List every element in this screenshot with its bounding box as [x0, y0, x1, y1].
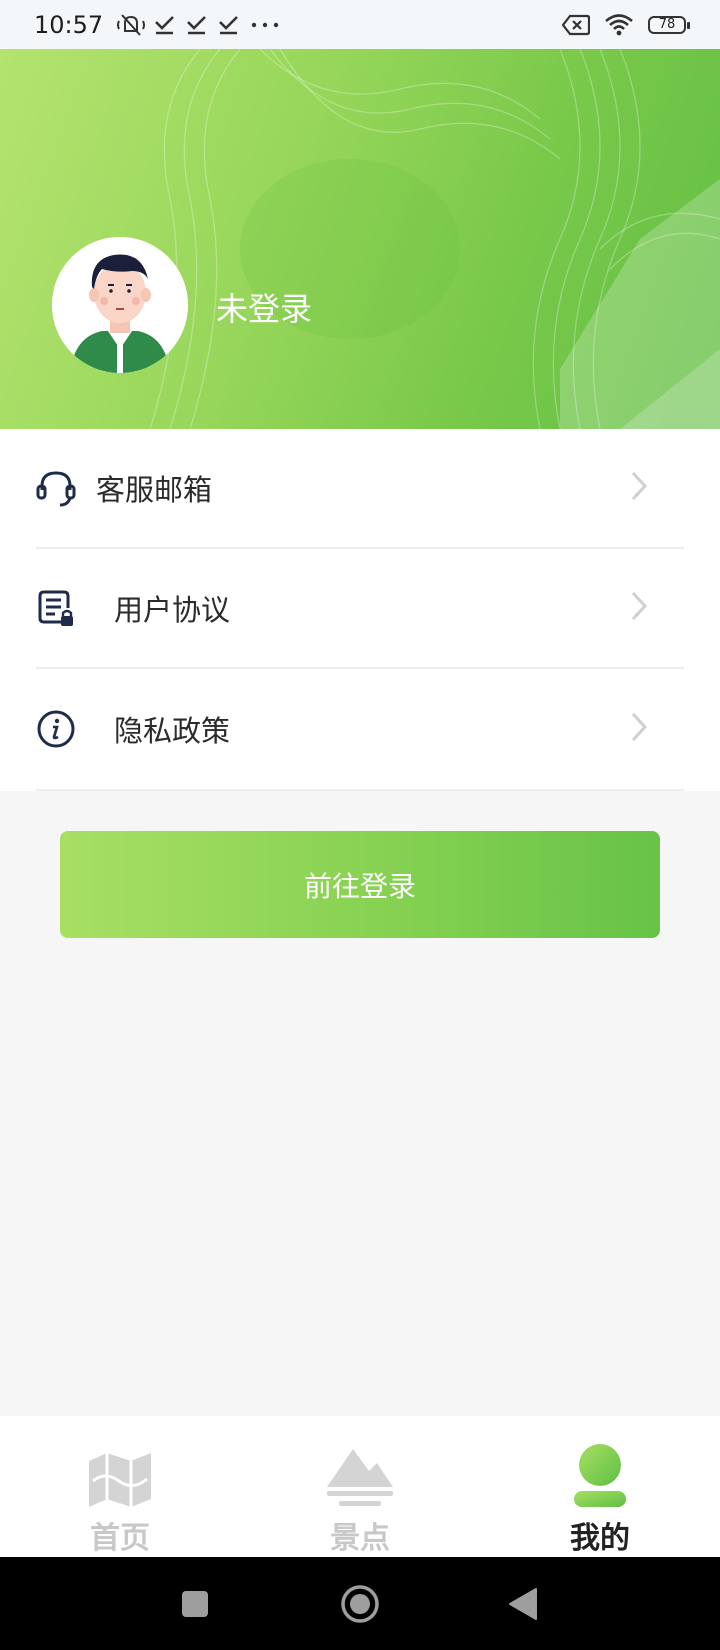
square-icon	[182, 1590, 208, 1617]
tab-scenic-spots[interactable]: 景点	[260, 1416, 460, 1557]
settings-menu: 客服邮箱 用户协议 隐私政策	[0, 429, 720, 791]
status-bar: 10:57 78	[0, 0, 720, 49]
chevron-right-icon	[630, 711, 648, 747]
status-time: 10:57	[34, 10, 104, 39]
more-dots-icon	[251, 22, 279, 27]
document-lock-icon	[36, 588, 76, 628]
back-button[interactable]	[505, 1557, 541, 1650]
user-avatar-illustration	[52, 237, 188, 373]
triangle-back-icon	[509, 1587, 537, 1620]
check-icon	[187, 15, 207, 34]
menu-item-label: 客服邮箱	[96, 473, 213, 507]
wifi-icon	[605, 13, 633, 35]
battery-indicator: 78	[648, 15, 690, 34]
tab-home[interactable]: 首页	[20, 1416, 220, 1557]
menu-item-customer-service-email[interactable]: 客服邮箱	[36, 429, 684, 549]
circle-home-icon	[341, 1584, 379, 1623]
username-label[interactable]: 未登录	[216, 284, 312, 330]
tab-mine[interactable]: 我的	[500, 1416, 700, 1557]
no-sim-icon	[562, 14, 590, 35]
menu-item-user-agreement[interactable]: 用户协议	[36, 549, 684, 669]
go-login-button[interactable]: 前往登录	[60, 831, 660, 938]
user-icon	[572, 1442, 628, 1509]
mute-vibrate-icon	[117, 13, 146, 36]
menu-item-label: 隐私政策	[114, 714, 231, 748]
home-button[interactable]	[338, 1557, 382, 1650]
mountain-icon	[325, 1442, 395, 1509]
bottom-tab-bar: 首页 景点 我的	[0, 1416, 720, 1557]
recent-apps-button[interactable]	[175, 1557, 215, 1650]
tab-label: 首页	[90, 1521, 150, 1556]
menu-item-privacy-policy[interactable]: 隐私政策	[36, 669, 684, 791]
profile-header: 未登录	[0, 49, 720, 429]
chevron-right-icon	[630, 470, 648, 506]
tab-label: 我的	[570, 1521, 630, 1556]
chevron-right-icon	[630, 590, 648, 626]
info-icon	[36, 709, 76, 749]
check-icon	[155, 15, 175, 34]
avatar[interactable]	[52, 237, 188, 373]
menu-item-label: 用户协议	[114, 593, 231, 627]
headset-icon	[36, 468, 76, 508]
system-nav-bar	[0, 1557, 720, 1650]
tab-label: 景点	[330, 1521, 390, 1556]
map-icon	[87, 1442, 153, 1509]
check-icon	[219, 15, 239, 34]
